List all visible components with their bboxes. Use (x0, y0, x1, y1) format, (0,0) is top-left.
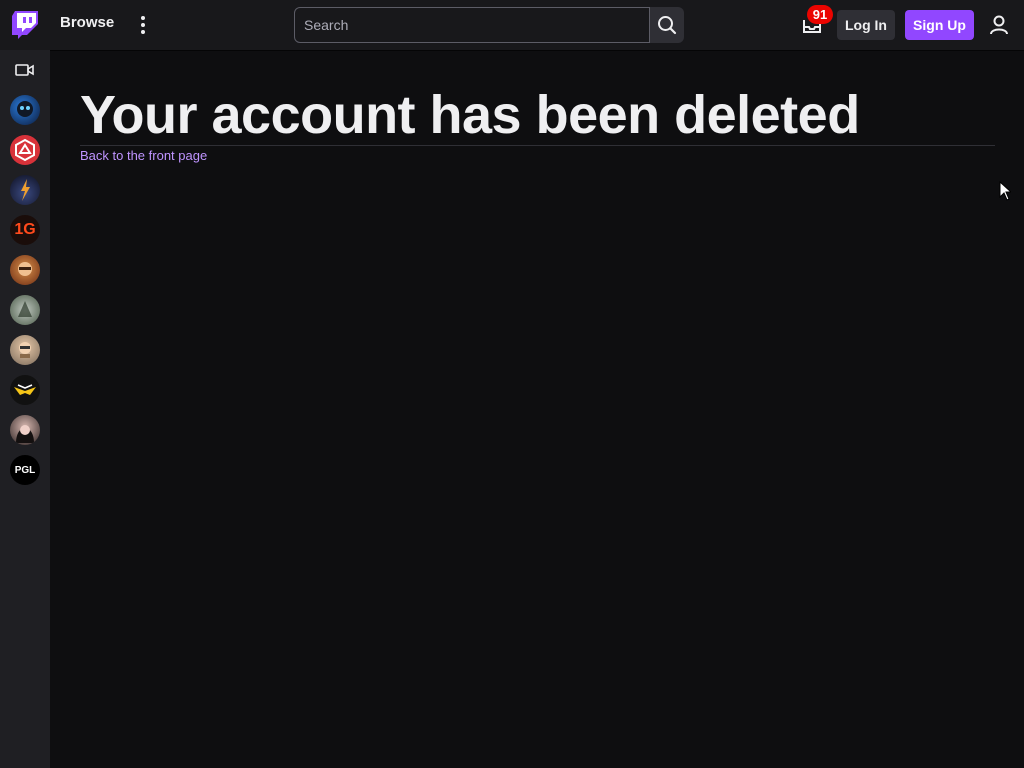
back-to-front-page-link[interactable]: Back to the front page (80, 148, 207, 163)
channel-avatar-4[interactable]: 1G (10, 215, 40, 245)
top-nav: Browse 91 Log In Sign Up (0, 0, 1024, 50)
search-button[interactable] (650, 7, 684, 43)
more-menu-icon[interactable] (133, 13, 153, 37)
channel-avatar-6[interactable] (10, 295, 40, 325)
channel-avatar-2[interactable] (10, 135, 40, 165)
notification-badge: 91 (807, 5, 833, 24)
channel-avatar-1[interactable] (10, 95, 40, 125)
channel-avatar-7[interactable] (10, 335, 40, 365)
search-icon (658, 16, 677, 35)
twitch-logo-icon[interactable] (12, 11, 38, 39)
user-icon[interactable] (988, 14, 1010, 36)
channel-avatar-10[interactable]: PGL (10, 455, 40, 485)
browse-link[interactable]: Browse (60, 14, 114, 31)
sidebar: 1G PGL (0, 50, 50, 768)
channel-avatar-3[interactable] (10, 175, 40, 205)
signup-button[interactable]: Sign Up (905, 10, 974, 40)
channel-avatar-5[interactable] (10, 255, 40, 285)
divider (80, 145, 995, 146)
mouse-cursor-icon (999, 181, 1011, 201)
search-bar (294, 7, 684, 43)
channel-avatar-8[interactable] (10, 375, 40, 405)
channel-avatar-9[interactable] (10, 415, 40, 445)
search-input[interactable] (294, 7, 650, 43)
video-camera-icon[interactable] (15, 62, 35, 78)
login-button[interactable]: Log In (837, 10, 895, 40)
page-title: Your account has been deleted (80, 85, 860, 145)
